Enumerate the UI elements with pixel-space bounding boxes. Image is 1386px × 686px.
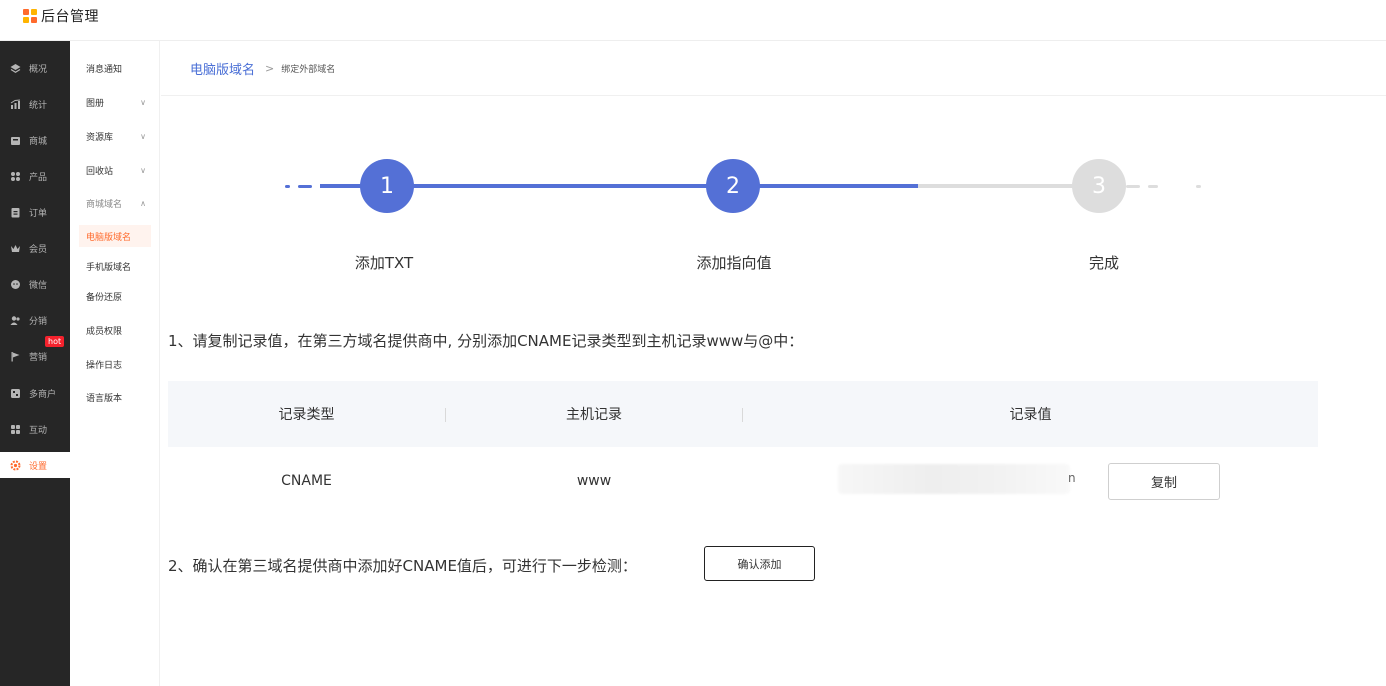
confirm-add-button[interactable]: 确认添加 <box>704 546 815 581</box>
submenu-item-label: 操作日志 <box>86 360 123 371</box>
sidebar-item-label: 产品 <box>29 172 48 183</box>
sidebar-item-distribution[interactable]: 分销 <box>0 307 70 333</box>
sidebar-item-multi-merchant[interactable]: 多商户 <box>0 380 70 406</box>
hot-badge: hot <box>45 336 65 347</box>
interact-icon <box>10 424 21 435</box>
crown-icon <box>10 243 21 254</box>
submenu-item-label: 手机版域名 <box>86 262 132 273</box>
step-3-circle: 3 <box>1072 159 1126 213</box>
breadcrumb-separator: > <box>265 61 275 75</box>
chevron-down-icon: ∨ <box>140 131 146 141</box>
instruction-step-1: 1、请复制记录值，在第三方域名提供商中, 分别添加CNAME记录类型到主机记录w… <box>168 332 804 350</box>
step-dash-right <box>1126 185 1140 188</box>
submenu-item-label: 资源库 <box>86 132 114 143</box>
cell-record-value-blurred <box>838 464 1070 494</box>
sidebar-item-overview[interactable]: 概况 <box>0 55 70 81</box>
submenu-item-album[interactable]: 图册 ∨ <box>70 91 160 113</box>
app-logo[interactable]: 后台管理 <box>23 7 99 25</box>
table-header: 记录类型 主机记录 记录值 <box>168 381 1318 447</box>
submenu-item-label: 备份还原 <box>86 292 123 303</box>
settings-submenu: 消息通知 图册 ∨ 资源库 ∨ 回收站 ∨ 商城域名 ∧ 电脑版域名 手机版域名… <box>70 41 160 686</box>
step-1-label: 添加TXT <box>354 254 414 272</box>
sidebar-item-label: 营销 <box>29 352 48 363</box>
sidebar-item-interact[interactable]: 互动 <box>0 416 70 442</box>
merchant-icon <box>10 388 21 399</box>
app-logo-icon <box>23 9 37 23</box>
step-dash-right <box>1196 185 1201 188</box>
top-bar: 后台管理 <box>0 0 1386 41</box>
step-dash-right <box>1148 185 1158 188</box>
flag-icon <box>10 351 21 362</box>
sidebar-item-shop[interactable]: 商城 <box>0 127 70 153</box>
chevron-down-icon: ∨ <box>140 165 146 175</box>
chevron-up-icon: ∧ <box>140 198 146 208</box>
progress-steps: 1 2 3 添加TXT 添加指向值 完成 <box>270 150 1210 280</box>
submenu-item-mobile-domain[interactable]: 手机版域名 <box>70 255 160 277</box>
submenu-item-languages[interactable]: 语言版本 <box>70 386 160 408</box>
sidebar-item-label: 订单 <box>29 208 48 219</box>
submenu-item-resources[interactable]: 资源库 ∨ <box>70 125 160 147</box>
step-dash-left <box>285 185 290 188</box>
sidebar-item-orders[interactable]: 订单 <box>0 199 70 225</box>
submenu-item-backup[interactable]: 备份还原 <box>70 285 160 307</box>
submenu-item-label: 消息通知 <box>86 64 123 75</box>
stats-icon <box>10 99 21 110</box>
sidebar-item-label: 微信 <box>29 280 48 291</box>
chevron-down-icon: ∨ <box>140 97 146 107</box>
step-1-circle: 1 <box>360 159 414 213</box>
sidebar-item-label: 分销 <box>29 316 48 327</box>
main-sidebar: 概况 统计 商城 产品 订单 会员 微信 分销 营销 多商户 互动 设置 hot <box>0 41 70 686</box>
submenu-item-pc-domain[interactable]: 电脑版域名 <box>79 225 151 247</box>
step-2-label: 添加指向值 <box>696 254 772 272</box>
cell-record-value-tail: n <box>1068 471 1076 485</box>
order-icon <box>10 207 21 218</box>
submenu-item-label: 图册 <box>86 98 105 109</box>
submenu-item-logs[interactable]: 操作日志 <box>70 353 160 375</box>
column-header-value: 记录值 <box>1009 407 1052 423</box>
sidebar-item-label: 概况 <box>29 64 48 75</box>
sidebar-item-products[interactable]: 产品 <box>0 163 70 189</box>
dns-record-table: 记录类型 主机记录 记录值 CNAME www n 复制 <box>168 381 1318 511</box>
submenu-item-label: 商城域名 <box>86 199 123 210</box>
sidebar-item-label: 会员 <box>29 244 48 255</box>
sidebar-item-label: 互动 <box>29 425 48 436</box>
column-header-host: 主机记录 <box>566 407 622 423</box>
submenu-item-label: 电脑版域名 <box>86 232 132 243</box>
submenu-item-label: 成员权限 <box>86 326 123 337</box>
submenu-item-label: 语言版本 <box>86 393 123 404</box>
sidebar-item-members[interactable]: 会员 <box>0 235 70 261</box>
submenu-item-permissions[interactable]: 成员权限 <box>70 319 160 341</box>
wechat-icon <box>10 279 21 290</box>
breadcrumb: 电脑版域名 > 绑定外部域名 <box>161 41 1386 96</box>
sidebar-item-settings[interactable]: 设置 <box>0 452 70 478</box>
step-3-label: 完成 <box>1088 254 1120 272</box>
breadcrumb-parent-link[interactable]: 电脑版域名 <box>190 59 255 78</box>
submenu-item-shop-domain[interactable]: 商城域名 ∧ <box>70 192 160 214</box>
submenu-item-label: 回收站 <box>86 166 114 177</box>
shop-icon <box>10 135 21 146</box>
breadcrumb-current: 绑定外部域名 <box>281 64 336 75</box>
sidebar-item-stats[interactable]: 统计 <box>0 91 70 117</box>
layers-icon <box>10 63 21 74</box>
sidebar-item-wechat[interactable]: 微信 <box>0 271 70 297</box>
gear-icon <box>10 460 21 471</box>
step-2-circle: 2 <box>706 159 760 213</box>
submenu-item-notifications[interactable]: 消息通知 <box>70 57 160 79</box>
sidebar-item-label: 商城 <box>29 136 48 147</box>
grid-icon <box>10 171 21 182</box>
users-icon <box>10 315 21 326</box>
copy-button[interactable]: 复制 <box>1108 463 1220 500</box>
instruction-step-2: 2、确认在第三域名提供商中添加好CNAME值后，可进行下一步检测： <box>168 557 637 575</box>
cell-host: www <box>576 473 612 489</box>
sidebar-item-label: 设置 <box>29 461 48 472</box>
column-header-record-type: 记录类型 <box>278 407 335 423</box>
submenu-item-recycle[interactable]: 回收站 ∨ <box>70 159 160 181</box>
cell-record-type: CNAME <box>281 473 332 489</box>
step-dash-left <box>298 185 312 188</box>
sidebar-item-label: 统计 <box>29 100 48 111</box>
app-title: 后台管理 <box>41 9 99 25</box>
sidebar-item-label: 多商户 <box>29 389 57 400</box>
